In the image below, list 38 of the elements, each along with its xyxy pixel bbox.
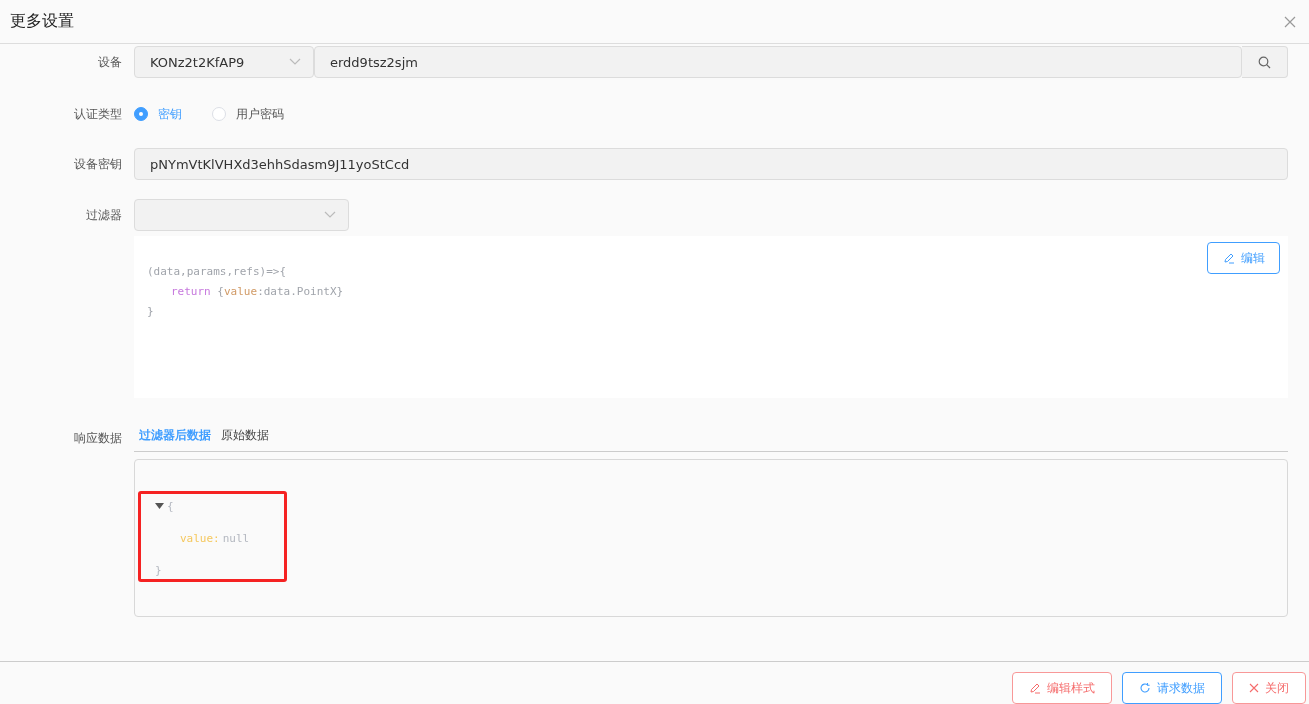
product-select[interactable]: KONz2t2KfAP9 <box>134 46 314 78</box>
caret-down-icon[interactable] <box>155 503 164 509</box>
tab[interactable]: 过滤器后数据 <box>139 427 211 444</box>
search-button[interactable] <box>1242 46 1288 78</box>
footer-button[interactable]: 关闭 <box>1232 672 1306 704</box>
tab[interactable]: 原始数据 <box>221 427 269 444</box>
code-token: return <box>171 285 211 298</box>
secret-key-field[interactable]: pNYmVtKlVHXd3ehhSdasm9J11yoStCcd <box>134 148 1288 180</box>
field-label: 认证类型 <box>73 105 123 123</box>
edit-button[interactable]: 编辑 <box>1207 242 1280 274</box>
field-label: 设备密钥 <box>73 155 123 173</box>
close-icon[interactable] <box>1284 15 1296 28</box>
footer-button[interactable]: 编辑样式 <box>1012 672 1112 704</box>
footer-button[interactable]: 请求数据 <box>1122 672 1222 704</box>
search-icon <box>1258 55 1271 69</box>
code-token: :data.PointX} <box>257 285 344 298</box>
code-token: } <box>147 305 154 318</box>
close-icon <box>1249 683 1259 693</box>
chevron-down-icon <box>324 211 336 219</box>
json-value: null <box>222 531 250 545</box>
refresh-icon <box>1139 682 1151 694</box>
device-name-field[interactable]: erdd9tsz2sjm <box>314 46 1242 78</box>
json-brace: } <box>155 563 162 577</box>
code-editor[interactable]: (data,params,refs)=>{ return {value:data.PointX} } 编辑 <box>134 236 1288 398</box>
code-token: (data,params,refs)=>{ <box>147 265 287 278</box>
pencil-icon <box>1222 252 1235 264</box>
pencil-icon <box>1029 682 1041 694</box>
dialog-title: 更多设置 <box>10 11 74 32</box>
code-token: value <box>224 285 258 298</box>
field-label: 过滤器 <box>85 206 123 224</box>
json-brace: { <box>167 499 174 513</box>
chevron-down-icon <box>289 58 301 66</box>
field-label: 响应数据 <box>73 430 123 447</box>
field-label: 设备 <box>97 53 123 71</box>
json-key: value: <box>180 531 220 545</box>
code-token: { <box>216 285 224 298</box>
radio-option[interactable]: 密钥 <box>134 105 182 123</box>
radio-option[interactable]: 用户密码 <box>212 105 284 123</box>
